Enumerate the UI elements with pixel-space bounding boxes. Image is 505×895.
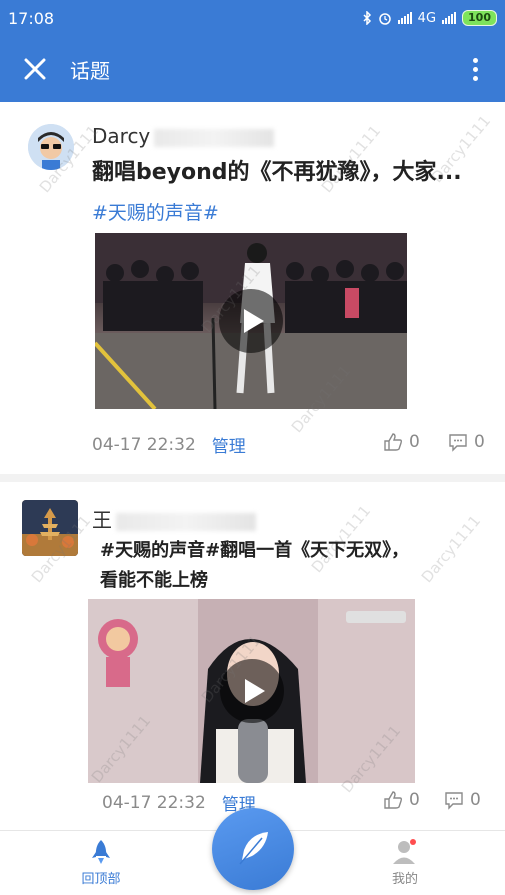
tab-label: 我的 bbox=[391, 872, 418, 887]
tab-back-to-top[interactable]: 回顶部 bbox=[56, 839, 146, 887]
signal-icon-2 bbox=[442, 12, 457, 24]
post-headline[interactable]: 翻唱beyond的《不再犹豫》，大家... bbox=[92, 154, 462, 186]
like-count: 0 bbox=[409, 432, 420, 452]
comment-button[interactable]: 0 bbox=[444, 790, 481, 810]
user-icon bbox=[393, 839, 416, 864]
network-type: 4G bbox=[417, 10, 437, 26]
like-button[interactable]: 0 bbox=[383, 432, 420, 452]
blurred-name bbox=[154, 128, 275, 147]
post-meta: 04-17 22:32 管理 bbox=[92, 432, 246, 458]
thumbs-up-icon bbox=[384, 433, 403, 451]
video-thumbnail[interactable] bbox=[88, 599, 415, 783]
like-count: 0 bbox=[409, 790, 420, 810]
comment-icon bbox=[449, 434, 467, 452]
status-icons: 4G 100 bbox=[362, 10, 497, 26]
more-icon bbox=[472, 57, 478, 63]
like-button[interactable]: 0 bbox=[383, 790, 420, 810]
rocket-icon bbox=[92, 840, 110, 864]
video-thumbnail[interactable] bbox=[95, 233, 407, 409]
notification-dot-icon bbox=[410, 839, 416, 845]
comment-count: 0 bbox=[470, 790, 481, 810]
close-icon bbox=[24, 58, 46, 80]
play-icon[interactable] bbox=[219, 659, 284, 723]
status-time: 17:08 bbox=[8, 8, 55, 28]
feather-icon bbox=[239, 832, 268, 865]
comment-count: 0 bbox=[474, 432, 485, 452]
bluetooth-icon bbox=[363, 11, 371, 25]
status-bar: 17:08 4G 100 bbox=[0, 0, 505, 36]
author-name[interactable]: 王 bbox=[92, 504, 256, 533]
blurred-name bbox=[116, 512, 256, 531]
author-name[interactable]: Darcy bbox=[92, 124, 275, 148]
avatar[interactable] bbox=[28, 124, 74, 170]
app-bar: 话题 bbox=[0, 36, 505, 102]
divider bbox=[0, 474, 505, 482]
page-title: 话题 bbox=[70, 58, 110, 83]
tab-me[interactable]: 我的 bbox=[360, 839, 450, 887]
comment-icon bbox=[445, 792, 463, 810]
post-card-2[interactable]: 王 #天赐的声音#翻唱一首《天下无双》，看能不能上榜 04-17 22:32 管… bbox=[0, 482, 505, 830]
avatar[interactable] bbox=[22, 500, 78, 556]
post-time: 04-17 22:32 bbox=[92, 434, 196, 455]
tab-label: 回顶部 bbox=[81, 872, 121, 887]
thumbs-up-icon bbox=[384, 791, 403, 809]
post-card-1[interactable]: Darcy 翻唱beyond的《不再犹豫》，大家... #天赐的声音# 04-1… bbox=[0, 102, 505, 482]
close-button[interactable] bbox=[0, 36, 70, 102]
compose-button[interactable] bbox=[212, 808, 294, 890]
topic-tag[interactable]: #天赐的声音# bbox=[92, 198, 219, 225]
manage-link[interactable]: 管理 bbox=[212, 432, 246, 457]
post-meta: 04-17 22:32 管理 bbox=[102, 790, 256, 816]
alarm-icon bbox=[378, 13, 391, 25]
post-body[interactable]: #天赐的声音#翻唱一首《天下无双》，看能不能上榜 bbox=[100, 536, 420, 596]
post-time: 04-17 22:32 bbox=[102, 792, 206, 813]
play-icon[interactable] bbox=[219, 289, 283, 353]
more-options-button[interactable] bbox=[445, 36, 505, 102]
signal-icon bbox=[397, 12, 412, 24]
comment-button[interactable]: 0 bbox=[448, 432, 485, 452]
battery-icon: 100 bbox=[462, 10, 497, 26]
